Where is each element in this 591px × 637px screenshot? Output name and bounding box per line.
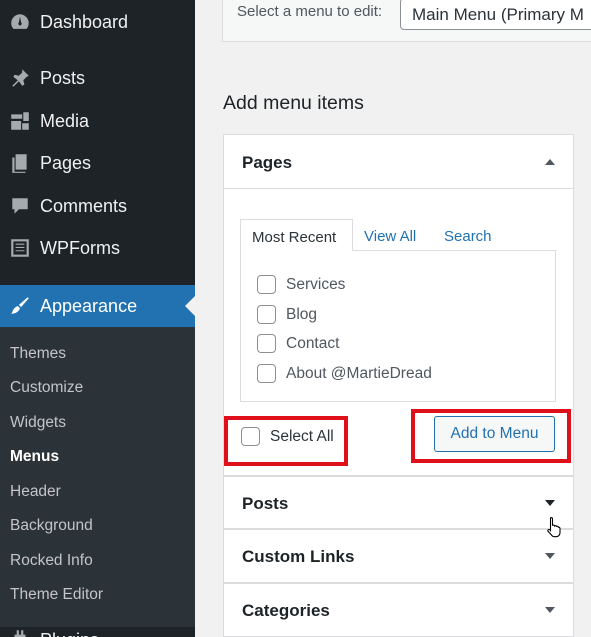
page-checkbox[interactable]	[257, 275, 276, 294]
nav-media[interactable]: Media	[0, 101, 195, 141]
caret-down-icon[interactable]	[545, 553, 555, 559]
nav-wpforms[interactable]: WPForms	[0, 228, 195, 268]
caret-down-icon[interactable]	[545, 500, 555, 506]
pin-icon	[0, 67, 40, 89]
tab-most-recent[interactable]: Most Recent	[240, 219, 353, 251]
page-checkbox[interactable]	[257, 364, 276, 383]
custom-links-panel-title: Custom Links	[242, 547, 355, 566]
admin-sidebar: Dashboard Posts Media Pages Comments WPF…	[0, 0, 195, 637]
page-checkbox[interactable]	[257, 334, 276, 353]
add-menu-items-heading: Add menu items	[223, 92, 364, 114]
nav-appearance[interactable]: Appearance	[0, 285, 195, 327]
brush-icon	[0, 295, 40, 317]
nav-comments-label: Comments	[40, 195, 128, 216]
caret-up-icon[interactable]	[545, 159, 555, 165]
media-icon	[0, 110, 40, 132]
list-item[interactable]: Blog	[257, 305, 317, 324]
pages-panel-title: Pages	[242, 153, 293, 172]
nav-appearance-label: Appearance	[40, 295, 138, 316]
dashboard-icon	[0, 11, 40, 33]
posts-panel[interactable]: Posts	[223, 476, 574, 529]
plugin-icon	[0, 624, 40, 637]
submenu-menus[interactable]: Menus	[10, 448, 59, 466]
submenu-rocked-info[interactable]: Rocked Info	[10, 552, 93, 570]
nav-media-label: Media	[40, 110, 90, 131]
page-label: Contact	[286, 334, 340, 352]
caret-down-icon[interactable]	[545, 607, 555, 613]
nav-wpforms-label: WPForms	[40, 237, 120, 258]
submenu-header[interactable]: Header	[10, 483, 61, 501]
page-label: Services	[286, 275, 346, 293]
list-item[interactable]: Services	[257, 275, 345, 294]
list-item[interactable]: About @MartieDread	[257, 364, 432, 383]
nav-dashboard[interactable]: Dashboard	[0, 2, 195, 42]
nav-plugins-label: Plugins	[40, 624, 99, 637]
tab-search[interactable]: Search	[444, 228, 492, 245]
categories-panel-title: Categories	[242, 601, 330, 620]
forms-icon	[0, 237, 40, 259]
menu-select-dropdown[interactable]: Main Menu (Primary M	[400, 0, 591, 30]
posts-panel-title: Posts	[242, 494, 289, 513]
active-arrow	[185, 296, 195, 316]
submenu-customize[interactable]: Customize	[10, 379, 83, 397]
nav-comments[interactable]: Comments	[0, 186, 195, 226]
nav-dashboard-label: Dashboard	[40, 11, 129, 32]
comment-icon	[0, 195, 40, 217]
nav-plugins-partial[interactable]: Plugins	[0, 624, 195, 637]
submenu-background[interactable]: Background	[10, 517, 93, 535]
hand-cursor-icon	[547, 516, 561, 538]
nav-pages[interactable]: Pages	[0, 143, 195, 183]
list-item[interactable]: Contact	[257, 334, 339, 353]
nav-posts-label: Posts	[40, 67, 86, 88]
submenu-widgets[interactable]: Widgets	[10, 414, 66, 432]
page-checkbox[interactable]	[257, 305, 276, 324]
pages-icon	[0, 152, 40, 174]
page-label: Blog	[286, 305, 318, 323]
select-all-highlight	[224, 416, 348, 466]
nav-posts[interactable]: Posts	[0, 58, 195, 98]
nav-pages-label: Pages	[40, 152, 92, 173]
categories-panel[interactable]: Categories	[223, 583, 574, 637]
add-button-highlight	[411, 409, 571, 463]
submenu-theme-editor[interactable]: Theme Editor	[10, 586, 103, 604]
pages-list: Services Blog Contact About @MartieDread	[240, 250, 556, 402]
pages-panel-header[interactable]: Pages	[224, 135, 573, 189]
tab-view-all[interactable]: View All	[364, 228, 416, 245]
menu-select-label: Select a menu to edit:	[237, 3, 383, 20]
appearance-submenu: Themes Customize Widgets Menus Header Ba…	[0, 327, 195, 627]
custom-links-panel[interactable]: Custom Links	[223, 529, 574, 583]
page-label: About @MartieDread	[286, 364, 432, 382]
submenu-themes[interactable]: Themes	[10, 345, 66, 363]
